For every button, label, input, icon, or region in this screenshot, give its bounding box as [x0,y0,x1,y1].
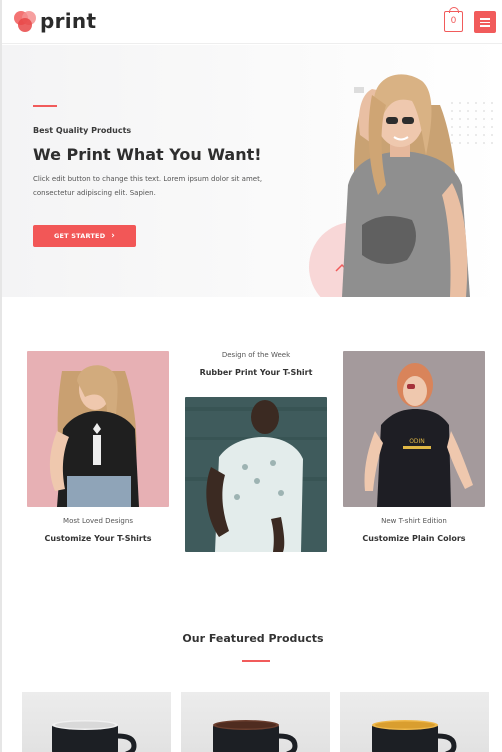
hero-accent-rule [33,105,57,107]
chevron-right-icon: › [111,231,115,241]
logo[interactable]: print [14,9,96,33]
collection-image-plain-colors[interactable]: ODIN [343,351,485,507]
hero-section: Best Quality Products We Print What You … [2,45,502,297]
collection-title-1[interactable]: Customize Your T-Shirts [27,534,169,543]
collection-image-rubber-print[interactable] [185,397,327,552]
svg-text:ODIN: ODIN [409,438,425,445]
hero-model-photo [309,74,493,297]
get-started-label: GET STARTED [54,232,106,240]
get-started-button[interactable]: GET STARTED › [33,225,136,247]
product-card-mug-white[interactable] [22,692,171,752]
hero-title: We Print What You Want! [33,145,262,164]
product-image-mug-yellow [372,720,457,752]
cart-count: 0 [450,16,457,26]
collection-eyebrow-2: Design of the Week [221,351,291,359]
product-card-mug-brown[interactable] [181,692,330,752]
featured-accent-rule [242,660,270,662]
featured-products-title: Our Featured Products [182,632,324,645]
collection-title-3[interactable]: Customize Plain Colors [343,534,485,543]
cart-button[interactable]: 0 [444,7,463,32]
site-header: print 0 [2,0,502,44]
collection-eyebrow-3: New T-shirt Edition [381,517,447,525]
collection-eyebrow-1: Most Loved Designs [63,517,133,525]
product-card-mug-yellow[interactable] [340,692,489,752]
menu-button[interactable] [474,11,496,33]
collection-title-2[interactable]: Rubber Print Your T-Shirt [185,368,327,377]
hero-body: Click edit button to change this text. L… [33,175,263,197]
product-image-mug-white [52,720,137,752]
logo-icon [14,9,38,33]
logo-text: print [40,9,97,33]
product-image-mug-brown [213,720,298,752]
page: print 0 Best Quality Products We Print W… [0,0,502,752]
hero-eyebrow: Best Quality Products [33,126,132,135]
collection-image-skeleton-tee[interactable] [27,351,169,507]
hamburger-icon [480,18,490,20]
